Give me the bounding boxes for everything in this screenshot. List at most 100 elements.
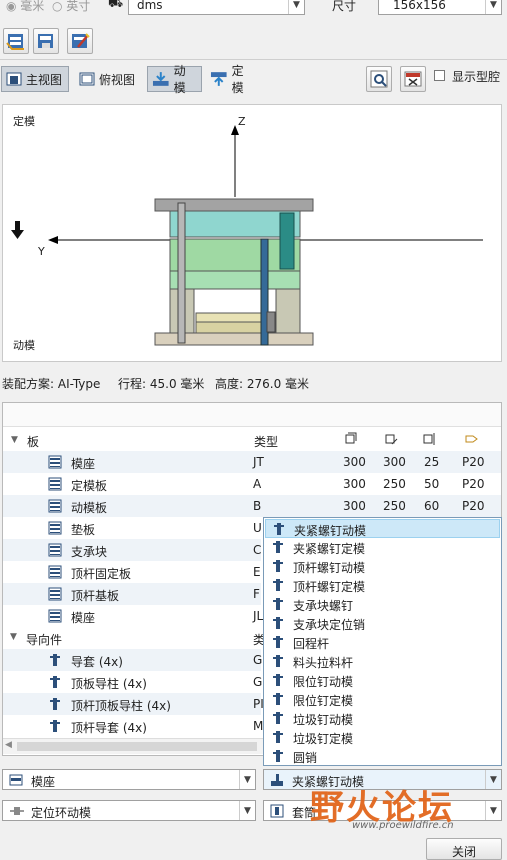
table-row[interactable]: 支承块 C — [3, 539, 261, 561]
sleeve-icon — [270, 804, 284, 818]
top-view-button[interactable]: 俯视图 — [74, 66, 142, 92]
group-plates-label: 板 — [27, 435, 40, 449]
dropdown-item-label: 夹紧螺钉动模 — [294, 524, 367, 538]
chevron-down-icon[interactable]: ▼ — [485, 801, 501, 820]
table-hscrollbar[interactable]: ◀ ▶ — [3, 738, 279, 754]
collapse-icon[interactable]: ▼ — [10, 632, 17, 642]
row-type: C — [253, 543, 262, 557]
dropdown-item-label: 垃圾钉动模 — [293, 713, 354, 727]
delete-view-button[interactable] — [400, 66, 426, 92]
stroke-info: 行程: 45.0 毫米 — [118, 377, 205, 391]
dropdown-item[interactable]: 限位钉定模 — [265, 690, 500, 709]
screw-icon — [271, 578, 285, 592]
row-name: 顶杆固定板 — [71, 567, 132, 581]
table-row[interactable]: 顶杆顶板导柱 (4x) PI — [3, 693, 264, 715]
part-type-dropdown-list[interactable]: 夹紧螺钉动模 夹紧螺钉定模 顶杆螺钉动模 顶杆螺钉定模 支承块螺钉支承块定位销 回程杆料头… — [263, 517, 502, 766]
chevron-down-icon[interactable]: ▼ — [485, 770, 501, 789]
dropdown-item[interactable]: 夹紧螺钉动模 — [265, 519, 500, 538]
locate-ring-icon — [10, 807, 24, 815]
dropdown-item[interactable]: 垃圾钉动模 — [265, 709, 500, 728]
dropdown-item[interactable]: 限位钉动模 — [265, 671, 500, 690]
chevron-down-icon[interactable]: ▼ — [288, 0, 304, 14]
chevron-down-icon[interactable]: ▼ — [485, 0, 501, 14]
plate-select[interactable]: 模座 ▼ — [2, 769, 256, 790]
table-row[interactable]: 动模板 B 300 250 60 P20 — [3, 495, 501, 517]
group-row-guides[interactable]: ▼ 导向件 类 — [3, 627, 265, 649]
top-view-icon — [79, 72, 95, 86]
group-row-plates[interactable]: ▼ 板 类型 — [3, 429, 501, 451]
moving-half-button[interactable]: 动模 — [147, 64, 202, 95]
screw-icon — [272, 522, 286, 536]
chevron-down-icon[interactable]: ▼ — [239, 770, 255, 789]
dropdown-item[interactable]: 垃圾钉定模 — [265, 728, 500, 747]
mold-preview[interactable]: 定模 动模 Z Y — [2, 104, 502, 362]
table-row[interactable]: 顶杆导套 (4x) M — [3, 715, 263, 737]
sleeve-select[interactable]: 套筒 ▼ — [263, 800, 502, 821]
scroll-left-icon[interactable]: ◀ — [5, 740, 12, 750]
edit-button[interactable] — [67, 28, 93, 54]
dropdown-item-label: 料头拉料杆 — [293, 656, 354, 670]
dropdown-item[interactable]: 顶杆螺钉定模 — [265, 576, 500, 595]
show-cavity-checkbox[interactable] — [434, 70, 445, 81]
dropdown-item[interactable]: 回程杆 — [265, 633, 500, 652]
save-file-button[interactable] — [33, 28, 59, 54]
screw-icon — [271, 673, 285, 687]
row-name: 顶板导柱 (4x) — [71, 677, 147, 691]
scroll-thumb[interactable] — [17, 742, 257, 751]
unit-inch-radio[interactable]: ○ 英寸 — [52, 0, 90, 14]
height-info: 高度: 276.0 毫米 — [215, 377, 310, 391]
locate-ring-select[interactable]: 定位环动模 ▼ — [2, 800, 256, 821]
supplier-select[interactable]: dms ▼ — [128, 0, 305, 15]
show-cavity-label: 显示型腔 — [452, 70, 501, 84]
dropdown-item[interactable]: 顶杆螺钉动模 — [265, 557, 500, 576]
height-icon — [423, 433, 435, 445]
plate-icon — [48, 587, 62, 604]
size-select[interactable]: 156x156 ▼ — [378, 0, 502, 15]
dropdown-item[interactable]: 夹紧螺钉定模 — [265, 538, 500, 557]
table-row[interactable]: 模座 JT 300 300 25 P20 — [3, 451, 501, 473]
divider — [0, 59, 507, 60]
row-type: A — [253, 477, 262, 491]
screw-select[interactable]: 夹紧螺钉动模 ▼ — [263, 769, 502, 790]
row-name: 支承块 — [71, 545, 108, 559]
dropdown-item-label: 夹紧螺钉定模 — [293, 542, 366, 556]
row-length: 300 — [383, 455, 406, 469]
plate-select-value: 模座 — [31, 775, 56, 789]
row-name: 顶杆基板 — [71, 589, 120, 603]
table-row[interactable]: 顶杆固定板 E — [3, 561, 261, 583]
dropdown-item[interactable]: 圆销 — [265, 747, 500, 766]
dropdown-item[interactable]: 料头拉料杆 — [265, 652, 500, 671]
row-type: JT — [253, 455, 264, 469]
fixed-half-button[interactable]: 定模 — [205, 64, 260, 95]
table-row[interactable]: 垫板 U — [3, 517, 262, 539]
plate-icon — [9, 774, 23, 786]
sleeve-select-value: 套筒 — [292, 806, 317, 820]
mold-drawing — [11, 125, 483, 346]
table-row[interactable]: 顶板导柱 (4x) G — [3, 671, 262, 693]
dropdown-item-label: 顶杆螺钉定模 — [293, 580, 366, 594]
zoom-view-button[interactable] — [366, 66, 392, 92]
open-file-button[interactable] — [3, 28, 29, 54]
fixed-half-icon — [210, 72, 227, 86]
collapse-icon[interactable]: ▼ — [11, 435, 18, 445]
row-name: 顶杆导套 (4x) — [71, 721, 147, 735]
table-row[interactable]: 顶杆基板 F — [3, 583, 261, 605]
plate-icon — [48, 521, 62, 538]
main-view-button[interactable]: 主视图 — [1, 66, 69, 92]
table-row[interactable]: 定模板 A 300 250 50 P20 — [3, 473, 501, 495]
dropdown-item-label: 垃圾钉定模 — [293, 732, 354, 746]
dropdown-item[interactable]: 支承块螺钉 — [265, 595, 500, 614]
dropdown-item-label: 支承块定位销 — [293, 618, 366, 632]
dropdown-item-label: 顶杆螺钉动模 — [293, 561, 366, 575]
plate-icon — [48, 565, 62, 582]
table-row[interactable]: 导套 (4x) G — [3, 649, 262, 671]
table-row[interactable]: 模座 JL — [3, 605, 263, 627]
unit-mm-radio[interactable]: ◉ 毫米 — [6, 0, 44, 14]
screw-icon — [271, 711, 285, 725]
row-name: 导套 (4x) — [71, 655, 123, 669]
dropdown-item-label: 支承块螺钉 — [293, 599, 354, 613]
chevron-down-icon[interactable]: ▼ — [239, 801, 255, 820]
row-width: 300 — [343, 477, 366, 491]
unit-inch-label: 英寸 — [66, 0, 91, 13]
dropdown-item[interactable]: 支承块定位销 — [265, 614, 500, 633]
